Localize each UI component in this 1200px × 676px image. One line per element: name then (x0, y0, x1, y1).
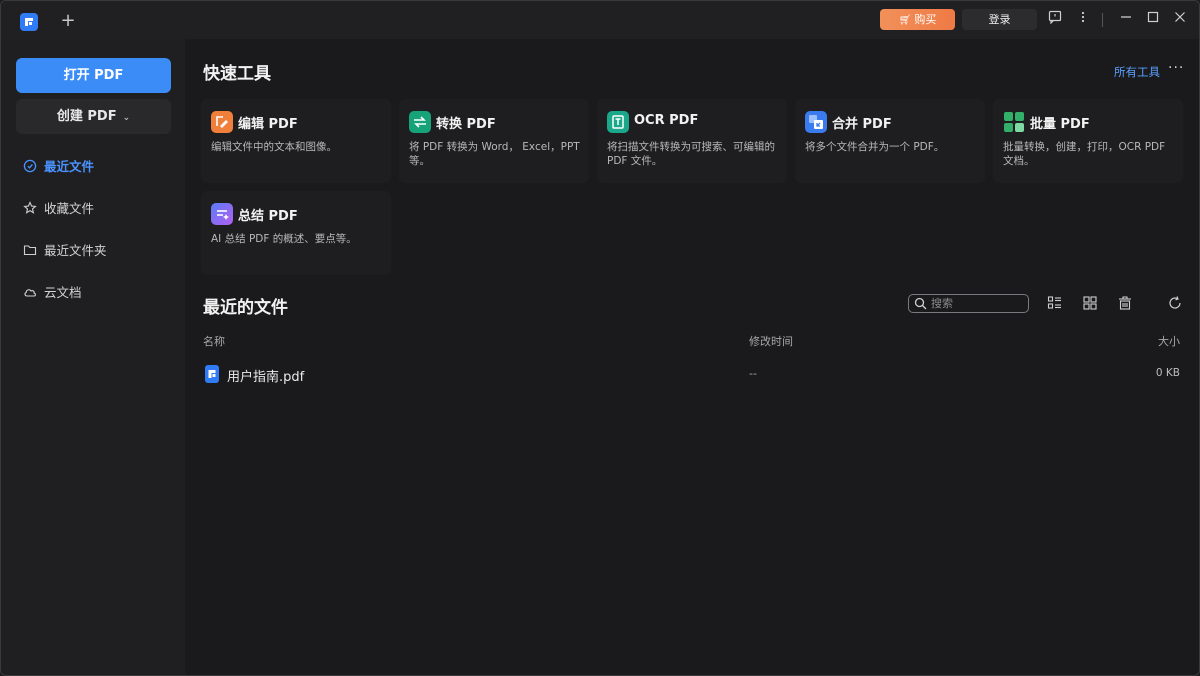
file-size: 0 KB (1155, 367, 1180, 379)
create-pdf-label: 创建 PDF (56, 109, 117, 124)
tool-description: 将扫描文件转换为可搜索、可编辑的 PDF 文件。 (607, 141, 775, 167)
sidebar-item-label: 收藏文件 (44, 201, 95, 216)
column-header-modified[interactable]: 修改时间 (749, 333, 793, 349)
close-icon[interactable] (1171, 10, 1189, 28)
merge-pdf-icon (805, 111, 827, 133)
open-pdf-button[interactable]: 打开 PDF (16, 58, 171, 93)
pdf-file-icon (205, 365, 219, 383)
file-name: 用户指南.pdf (227, 370, 305, 385)
sidebar-item-recent-files[interactable]: 最近文件 (23, 156, 173, 178)
tool-card-batch-pdf[interactable]: 批量 PDF 批量转换，创建，打印，OCR PDF 文档。 (993, 99, 1183, 183)
app-logo-icon (20, 13, 38, 31)
sidebar-item-favorites[interactable]: 收藏文件 (23, 198, 173, 220)
main-panel: 快速工具 所有工具 ··· 编辑 PDF 编辑文件中的文本和图像。 转换 PDF… (185, 39, 1199, 675)
tool-card-convert-pdf[interactable]: 转换 PDF 将 PDF 转换为 Word， Excel，PPT 等。 (399, 99, 589, 183)
file-modified: -- (749, 367, 757, 380)
cloud-icon (24, 289, 36, 297)
tool-card-ocr-pdf[interactable]: OCR PDF 将扫描文件转换为可搜索、可编辑的 PDF 文件。 (597, 99, 787, 183)
sidebar: 打开 PDF 创建 PDF ⌄ 最近文件 收藏文件 最近文件夹 云文档 (1, 39, 185, 675)
title-bar: + 🛒︎ 购买 登录 (1, 1, 1199, 39)
maximize-icon[interactable] (1144, 10, 1162, 28)
tool-card-edit-pdf[interactable]: 编辑 PDF 编辑文件中的文本和图像。 (201, 99, 391, 183)
ocr-pdf-icon (607, 111, 629, 133)
title-separator (1102, 13, 1103, 27)
tool-description: 批量转换，创建，打印，OCR PDF 文档。 (1003, 141, 1166, 167)
minimize-icon[interactable] (1117, 10, 1135, 28)
refresh-icon[interactable] (1167, 295, 1183, 311)
column-header-name[interactable]: 名称 (203, 333, 225, 349)
recent-files-title: 最近的文件 (203, 298, 288, 318)
tool-card-summarize-pdf[interactable]: 总结 PDF AI 总结 PDF 的概述、要点等。 (201, 191, 391, 275)
clock-icon (23, 159, 37, 173)
tool-name: OCR PDF (634, 113, 699, 128)
search-input[interactable] (931, 296, 1023, 311)
star-icon (23, 201, 37, 214)
buy-button[interactable]: 🛒︎ 购买 (880, 9, 955, 30)
sidebar-item-label: 云文档 (44, 285, 82, 300)
table-row[interactable]: 用户指南.pdf -- 0 KB (201, 362, 1186, 388)
chevron-down-icon: ⌄ (122, 113, 131, 123)
grid-view-icon[interactable] (1082, 295, 1098, 311)
quick-tools-title: 快速工具 (203, 64, 271, 84)
sidebar-item-recent-folders[interactable]: 最近文件夹 (23, 240, 173, 262)
column-header-size[interactable]: 大小 (1158, 333, 1180, 349)
feedback-icon[interactable] (1046, 10, 1064, 28)
tool-name: 转换 PDF (436, 117, 496, 132)
tool-card-merge-pdf[interactable]: 合并 PDF 将多个文件合并为一个 PDF。 (795, 99, 985, 183)
app-window: + 🛒︎ 购买 登录 打开 PDF 创建 PDF ⌄ 最近文件 收藏文件 最近文… (0, 0, 1200, 676)
tool-description: 将 PDF 转换为 Word， Excel，PPT 等。 (409, 141, 580, 167)
tool-description: 编辑文件中的文本和图像。 (211, 141, 337, 153)
search-icon (914, 297, 927, 310)
tool-description: AI 总结 PDF 的概述、要点等。 (211, 233, 357, 245)
sidebar-item-label: 最近文件夹 (44, 243, 107, 258)
tool-name: 总结 PDF (238, 209, 298, 224)
folder-icon (23, 245, 37, 256)
create-pdf-button[interactable]: 创建 PDF ⌄ (16, 99, 171, 134)
batch-pdf-icon (1003, 111, 1025, 133)
edit-pdf-icon (211, 111, 233, 133)
sidebar-item-cloud-docs[interactable]: 云文档 (23, 282, 173, 304)
summarize-pdf-icon (211, 203, 233, 225)
cart-icon: 🛒︎ (898, 15, 912, 26)
tool-description: 将多个文件合并为一个 PDF。 (805, 141, 945, 153)
buy-label: 购买 (914, 13, 937, 26)
tool-name: 合并 PDF (832, 117, 892, 132)
more-vertical-icon[interactable] (1074, 10, 1092, 28)
list-view-icon[interactable] (1047, 295, 1063, 311)
new-tab-button[interactable]: + (59, 10, 77, 32)
more-options-button[interactable]: ··· (1168, 60, 1184, 76)
convert-pdf-icon (409, 111, 431, 133)
clear-history-icon[interactable] (1117, 295, 1133, 311)
all-tools-link[interactable]: 所有工具 (1114, 64, 1160, 80)
sidebar-item-label: 最近文件 (44, 159, 95, 174)
tool-name: 编辑 PDF (238, 117, 298, 132)
login-button[interactable]: 登录 (962, 9, 1037, 30)
search-box[interactable] (908, 294, 1029, 313)
tool-name: 批量 PDF (1030, 117, 1090, 132)
